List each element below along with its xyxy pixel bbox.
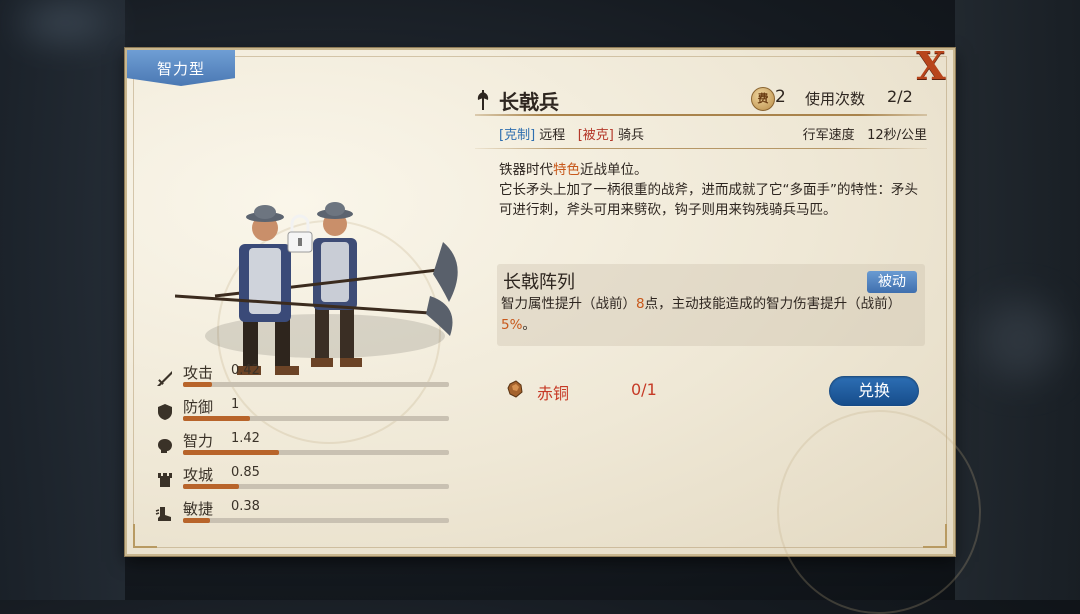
- resource-count: 0/1: [631, 380, 657, 399]
- stat-bar: [183, 382, 449, 387]
- stats-panel: 攻击 0.42 防御 1 智力 1.42 攻城 0.85 敏捷 0.38: [155, 362, 455, 532]
- background-blur-shape: [980, 300, 1060, 380]
- description-line: 铁器时代特色近战单位。: [499, 160, 919, 180]
- march-speed-label: 行军速度: [802, 128, 855, 143]
- description-paragraph: 它长矛头上加了一柄很重的战斧，进而成就了它“多面手”的特性：矛头可进行刺，斧头可…: [499, 182, 918, 218]
- copper-ore-icon: [507, 380, 523, 398]
- stat-label: 智力: [183, 432, 214, 450]
- title-row: 长戟兵 费 2 使用次数 2/2: [475, 86, 927, 114]
- background-blur-shape: [20, 8, 110, 38]
- countered-value: 骑兵: [618, 128, 645, 143]
- halberd-icon: [477, 90, 489, 110]
- stat-row-siege: 攻城 0.85: [155, 464, 455, 498]
- shield-icon: [158, 404, 172, 420]
- stat-bar: [183, 450, 449, 455]
- resource-row: 赤铜 0/1 兑换: [497, 376, 927, 406]
- uses-label: 使用次数: [805, 90, 866, 108]
- skill-highlight: 8: [636, 296, 645, 312]
- background-left-strip: [0, 0, 125, 600]
- title-divider: [475, 114, 927, 116]
- stat-value: 0.42: [231, 363, 260, 378]
- skill-text: 。: [522, 317, 536, 333]
- unit-name: 长戟兵: [499, 90, 559, 114]
- info-divider: [475, 148, 927, 149]
- skill-text: 智力属性提升（战前）: [501, 296, 636, 312]
- stat-label: 防御: [183, 398, 214, 416]
- stat-bar-fill: [183, 382, 213, 387]
- unit-type-tag: 智力型: [127, 50, 235, 86]
- lock-icon: [287, 214, 313, 253]
- counters-tag: [克制]: [499, 128, 536, 143]
- stat-row-defense: 防御 1: [155, 396, 455, 430]
- skill-name: 长戟阵列: [503, 272, 575, 293]
- counters-value: 远程: [539, 128, 566, 143]
- cost-icon: 费: [751, 87, 775, 111]
- tower-icon: [158, 473, 172, 487]
- skill-description: 智力属性提升（战前）8点，主动技能造成的智力伤害提升（战前） 5%。: [501, 294, 921, 336]
- stat-bar-fill: [183, 484, 239, 489]
- stat-bar: [183, 484, 449, 489]
- stat-bar: [183, 518, 449, 523]
- stat-row-intelligence: 智力 1.42: [155, 430, 455, 464]
- stat-bar-fill: [183, 416, 250, 421]
- stat-value: 0.85: [231, 465, 260, 480]
- unit-description: 铁器时代特色近战单位。 它长矛头上加了一柄很重的战斧，进而成就了它“多面手”的特…: [499, 160, 919, 220]
- boot-icon: [155, 507, 171, 521]
- unit-detail-panel: 智力型 X 攻击 0.42 防御 1 智力 1.42 攻城 0.85 敏捷 0.…: [125, 46, 981, 614]
- countered-tag: [被克]: [577, 128, 614, 143]
- skill-highlight: 5%: [501, 317, 523, 333]
- stat-row-attack: 攻击 0.42: [155, 362, 455, 396]
- description-text: 近战单位。: [580, 162, 648, 178]
- skill-text: 点，主动技能造成的智力伤害提升（战前）: [644, 296, 902, 312]
- march-speed-value: 12秒/公里: [867, 128, 927, 143]
- stat-label: 攻城: [183, 466, 214, 484]
- stat-row-agility: 敏捷 0.38: [155, 498, 455, 532]
- description-highlight: 特色: [553, 162, 580, 178]
- uses-value: 2/2: [887, 87, 913, 106]
- stat-bar-fill: [183, 518, 210, 523]
- resource-name: 赤铜: [537, 384, 570, 403]
- description-text: 铁器时代: [499, 162, 553, 178]
- stat-label: 攻击: [183, 364, 214, 382]
- cost-value: 2: [775, 87, 786, 107]
- stat-value: 1: [231, 397, 240, 412]
- skill-box: 长戟阵列 被动 智力属性提升（战前）8点，主动技能造成的智力伤害提升（战前） 5%…: [497, 264, 925, 346]
- stat-bar-fill: [183, 450, 279, 455]
- corner-ornament: [133, 524, 157, 548]
- unit-info-section: 长戟兵 费 2 使用次数 2/2 [克制] 远程 [被克] 骑兵 行军速度 12…: [475, 50, 937, 554]
- brain-icon: [158, 439, 172, 453]
- counter-row: [克制] 远程 [被克] 骑兵 行军速度 12秒/公里: [499, 124, 927, 144]
- sword-icon: [157, 371, 172, 386]
- stat-label: 敏捷: [183, 500, 214, 518]
- stat-value: 1.42: [231, 431, 260, 446]
- stat-value: 0.38: [231, 499, 260, 514]
- unit-illustration: [175, 202, 458, 375]
- exchange-button[interactable]: 兑换: [829, 376, 919, 406]
- skill-type-badge: 被动: [867, 271, 917, 293]
- stat-bar: [183, 416, 449, 421]
- march-speed: 行军速度 12秒/公里: [803, 124, 927, 143]
